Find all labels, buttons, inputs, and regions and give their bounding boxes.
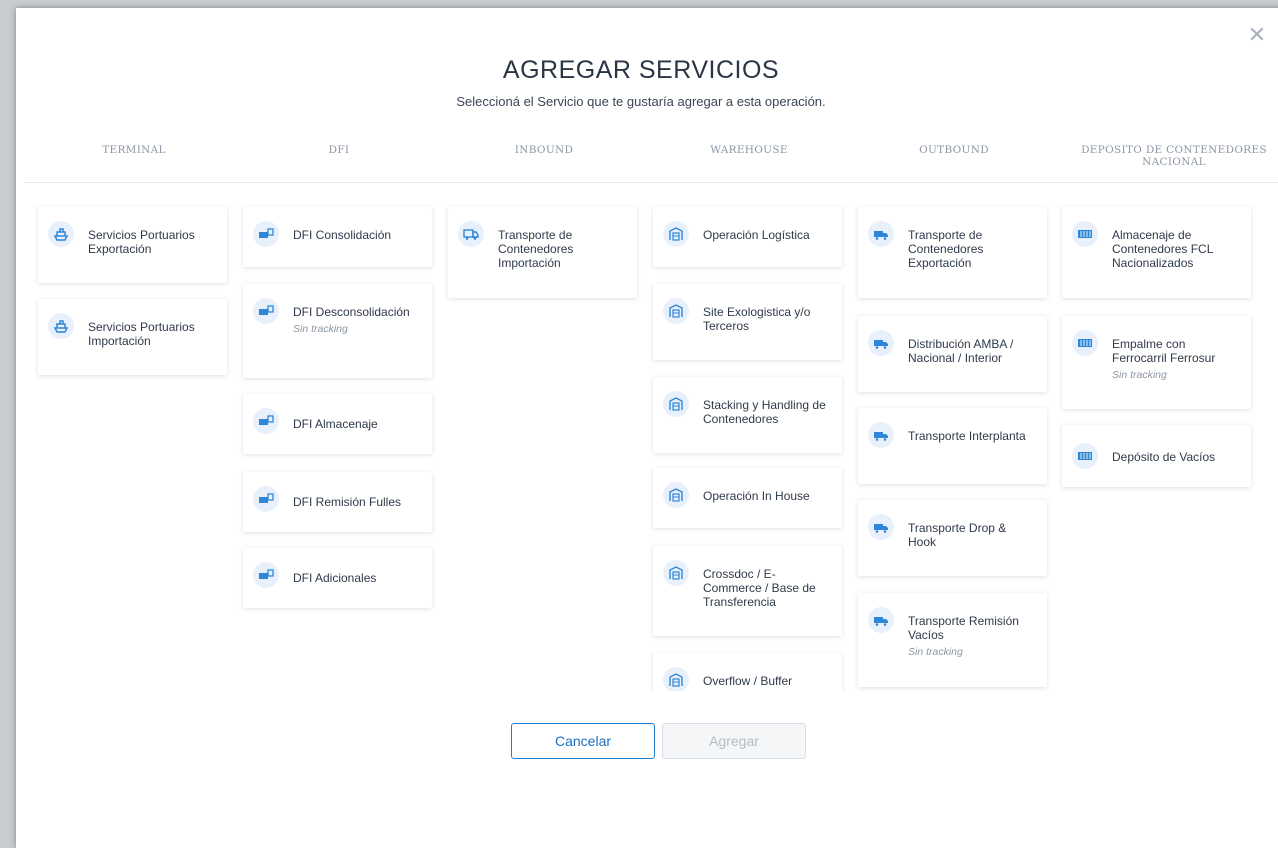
service-card-label: Depósito de Vacíos [1112, 450, 1216, 464]
container-icon [1072, 330, 1098, 356]
ship-icon [48, 313, 74, 339]
service-card-label: Overflow / Buffer [703, 674, 793, 688]
service-card-outbound[interactable]: Transporte Drop & Hook [858, 500, 1047, 576]
service-card-warehouse[interactable]: Stacking y Handling de Contenedores [653, 377, 842, 453]
warehouse-icon [663, 482, 689, 508]
service-card-dfi[interactable]: DFI Almacenaje [243, 394, 432, 454]
modal-title: AGREGAR SERVICIOS [502, 56, 780, 84]
service-card-label: DFI Desconsolidación Sin tracking [293, 305, 422, 336]
service-card-label: Transporte Remisión Vacíos Sin tracking [908, 614, 1037, 659]
column-header-warehouse: WAREHOUSE [710, 144, 788, 156]
delivery-truck-icon [868, 607, 894, 633]
service-card-warehouse[interactable]: Crossdoc / E-Commerce / Base de Transfer… [653, 546, 842, 636]
ship-icon [48, 221, 74, 247]
service-card-label: DFI Adicionales [293, 571, 377, 585]
service-card-label: DFI Almacenaje [293, 417, 378, 431]
warehouse-icon [663, 298, 689, 324]
service-card-label: Transporte de Contenedores Exportación [908, 228, 984, 270]
add-button[interactable]: Agregar [662, 723, 806, 759]
service-card-dfi[interactable]: DFI Remisión Fulles [243, 472, 432, 532]
column-header-inbound: INBOUND [514, 144, 574, 156]
service-card-label: Distribución AMBA / Nacional / Interior [908, 337, 1014, 365]
warehouse-icon [663, 560, 689, 586]
delivery-truck-icon [868, 221, 894, 247]
service-card-label: Servicios Portuarios Importación [88, 320, 195, 348]
truck-icon [458, 221, 484, 247]
service-card-label: Operación Logística [703, 228, 810, 242]
service-card-outbound[interactable]: Distribución AMBA / Nacional / Interior [858, 316, 1047, 392]
add-services-modal: ✕ AGREGAR SERVICIOS Seleccioná el Servic… [16, 8, 1278, 848]
warehouse-icon [663, 667, 689, 691]
service-card-label: DFI Remisión Fulles [293, 495, 402, 509]
service-card-outbound[interactable]: Transporte Remisión Vacíos Sin tracking [858, 593, 1047, 687]
service-card-dfi[interactable]: DFI Consolidación [243, 207, 432, 267]
service-card-dfi[interactable]: DFI Desconsolidación Sin tracking [243, 284, 432, 378]
service-card-warehouse[interactable]: Operación In House [653, 468, 842, 528]
truck-doc-icon [253, 562, 279, 588]
truck-doc-icon [253, 408, 279, 434]
service-card-label: Operación In House [703, 489, 810, 503]
truck-doc-icon [253, 486, 279, 512]
service-card-deposito[interactable]: Depósito de Vacíos [1062, 425, 1251, 487]
service-card-warehouse[interactable]: Site Exologistica y/o Terceros [653, 284, 842, 360]
container-icon [1072, 221, 1098, 247]
service-card-inbound[interactable]: Transporte de Contenedores Importación [448, 207, 637, 298]
delivery-truck-icon [868, 422, 894, 448]
sin-tracking-note: Sin tracking [908, 646, 963, 658]
service-card-warehouse[interactable]: Overflow / Buffer [653, 653, 842, 691]
sin-tracking-note: Sin tracking [1112, 369, 1167, 381]
service-card-dfi[interactable]: DFI Adicionales [243, 548, 432, 608]
services-grid: Servicios Portuarios Exportación Servici… [16, 183, 1278, 691]
service-card-title: Empalme con Ferrocarril Ferrosur [1112, 337, 1216, 365]
truck-doc-icon [253, 221, 279, 247]
service-card-label: Stacking y Handling de Contenedores [703, 398, 826, 426]
service-card-terminal[interactable]: Servicios Portuarios Exportación [38, 207, 227, 283]
cancel-button[interactable]: Cancelar [511, 723, 655, 759]
service-card-title: Transporte Remisión Vacíos [908, 614, 1019, 642]
service-card-terminal[interactable]: Servicios Portuarios Importación [38, 299, 227, 375]
delivery-truck-icon [868, 514, 894, 540]
column-header-dfi: DFI [328, 144, 350, 156]
service-card-label: Servicios Portuarios Exportación [88, 228, 195, 256]
container-icon [1072, 443, 1098, 469]
warehouse-icon [663, 391, 689, 417]
column-headers: TERMINAL DFI INBOUND WAREHOUSE OUTBOUND … [26, 144, 1276, 180]
truck-doc-icon [253, 298, 279, 324]
service-card-label: Transporte de Contenedores Importación [498, 228, 574, 270]
service-card-label: Almacenaje de Contenedores FCL Nacionali… [1112, 228, 1213, 270]
modal-subtitle: Seleccioná el Servicio que te gustaría a… [456, 94, 826, 109]
service-card-outbound[interactable]: Transporte Interplanta [858, 408, 1047, 484]
service-card-deposito[interactable]: Empalme con Ferrocarril Ferrosur Sin trac… [1062, 316, 1251, 409]
service-card-outbound[interactable]: Transporte de Contenedores Exportación [858, 207, 1047, 298]
service-card-label: DFI Consolidación [293, 228, 392, 242]
column-header-terminal: TERMINAL [102, 144, 166, 156]
service-card-label: Crossdoc / E-Commerce / Base de Transfer… [703, 567, 816, 609]
delivery-truck-icon [868, 330, 894, 356]
column-header-outbound: OUTBOUND [919, 144, 989, 156]
service-card-label: Site Exologistica y/o Terceros [703, 305, 811, 333]
service-card-label: Empalme con Ferrocarril Ferrosur Sin trac… [1112, 337, 1241, 382]
column-header-deposito: DEPOSITO DE CONTENEDORES NACIONAL [1081, 144, 1267, 168]
service-card-title: DFI Desconsolidación [293, 305, 410, 319]
close-icon[interactable]: ✕ [1246, 24, 1268, 46]
sin-tracking-note: Sin tracking [293, 323, 348, 335]
service-card-label: Transporte Drop & Hook [908, 521, 1007, 549]
service-card-label: Transporte Interplanta [908, 429, 1026, 443]
service-card-warehouse[interactable]: Operación Logística [653, 207, 842, 267]
warehouse-icon [663, 221, 689, 247]
service-card-deposito[interactable]: Almacenaje de Contenedores FCL Nacionali… [1062, 207, 1251, 298]
